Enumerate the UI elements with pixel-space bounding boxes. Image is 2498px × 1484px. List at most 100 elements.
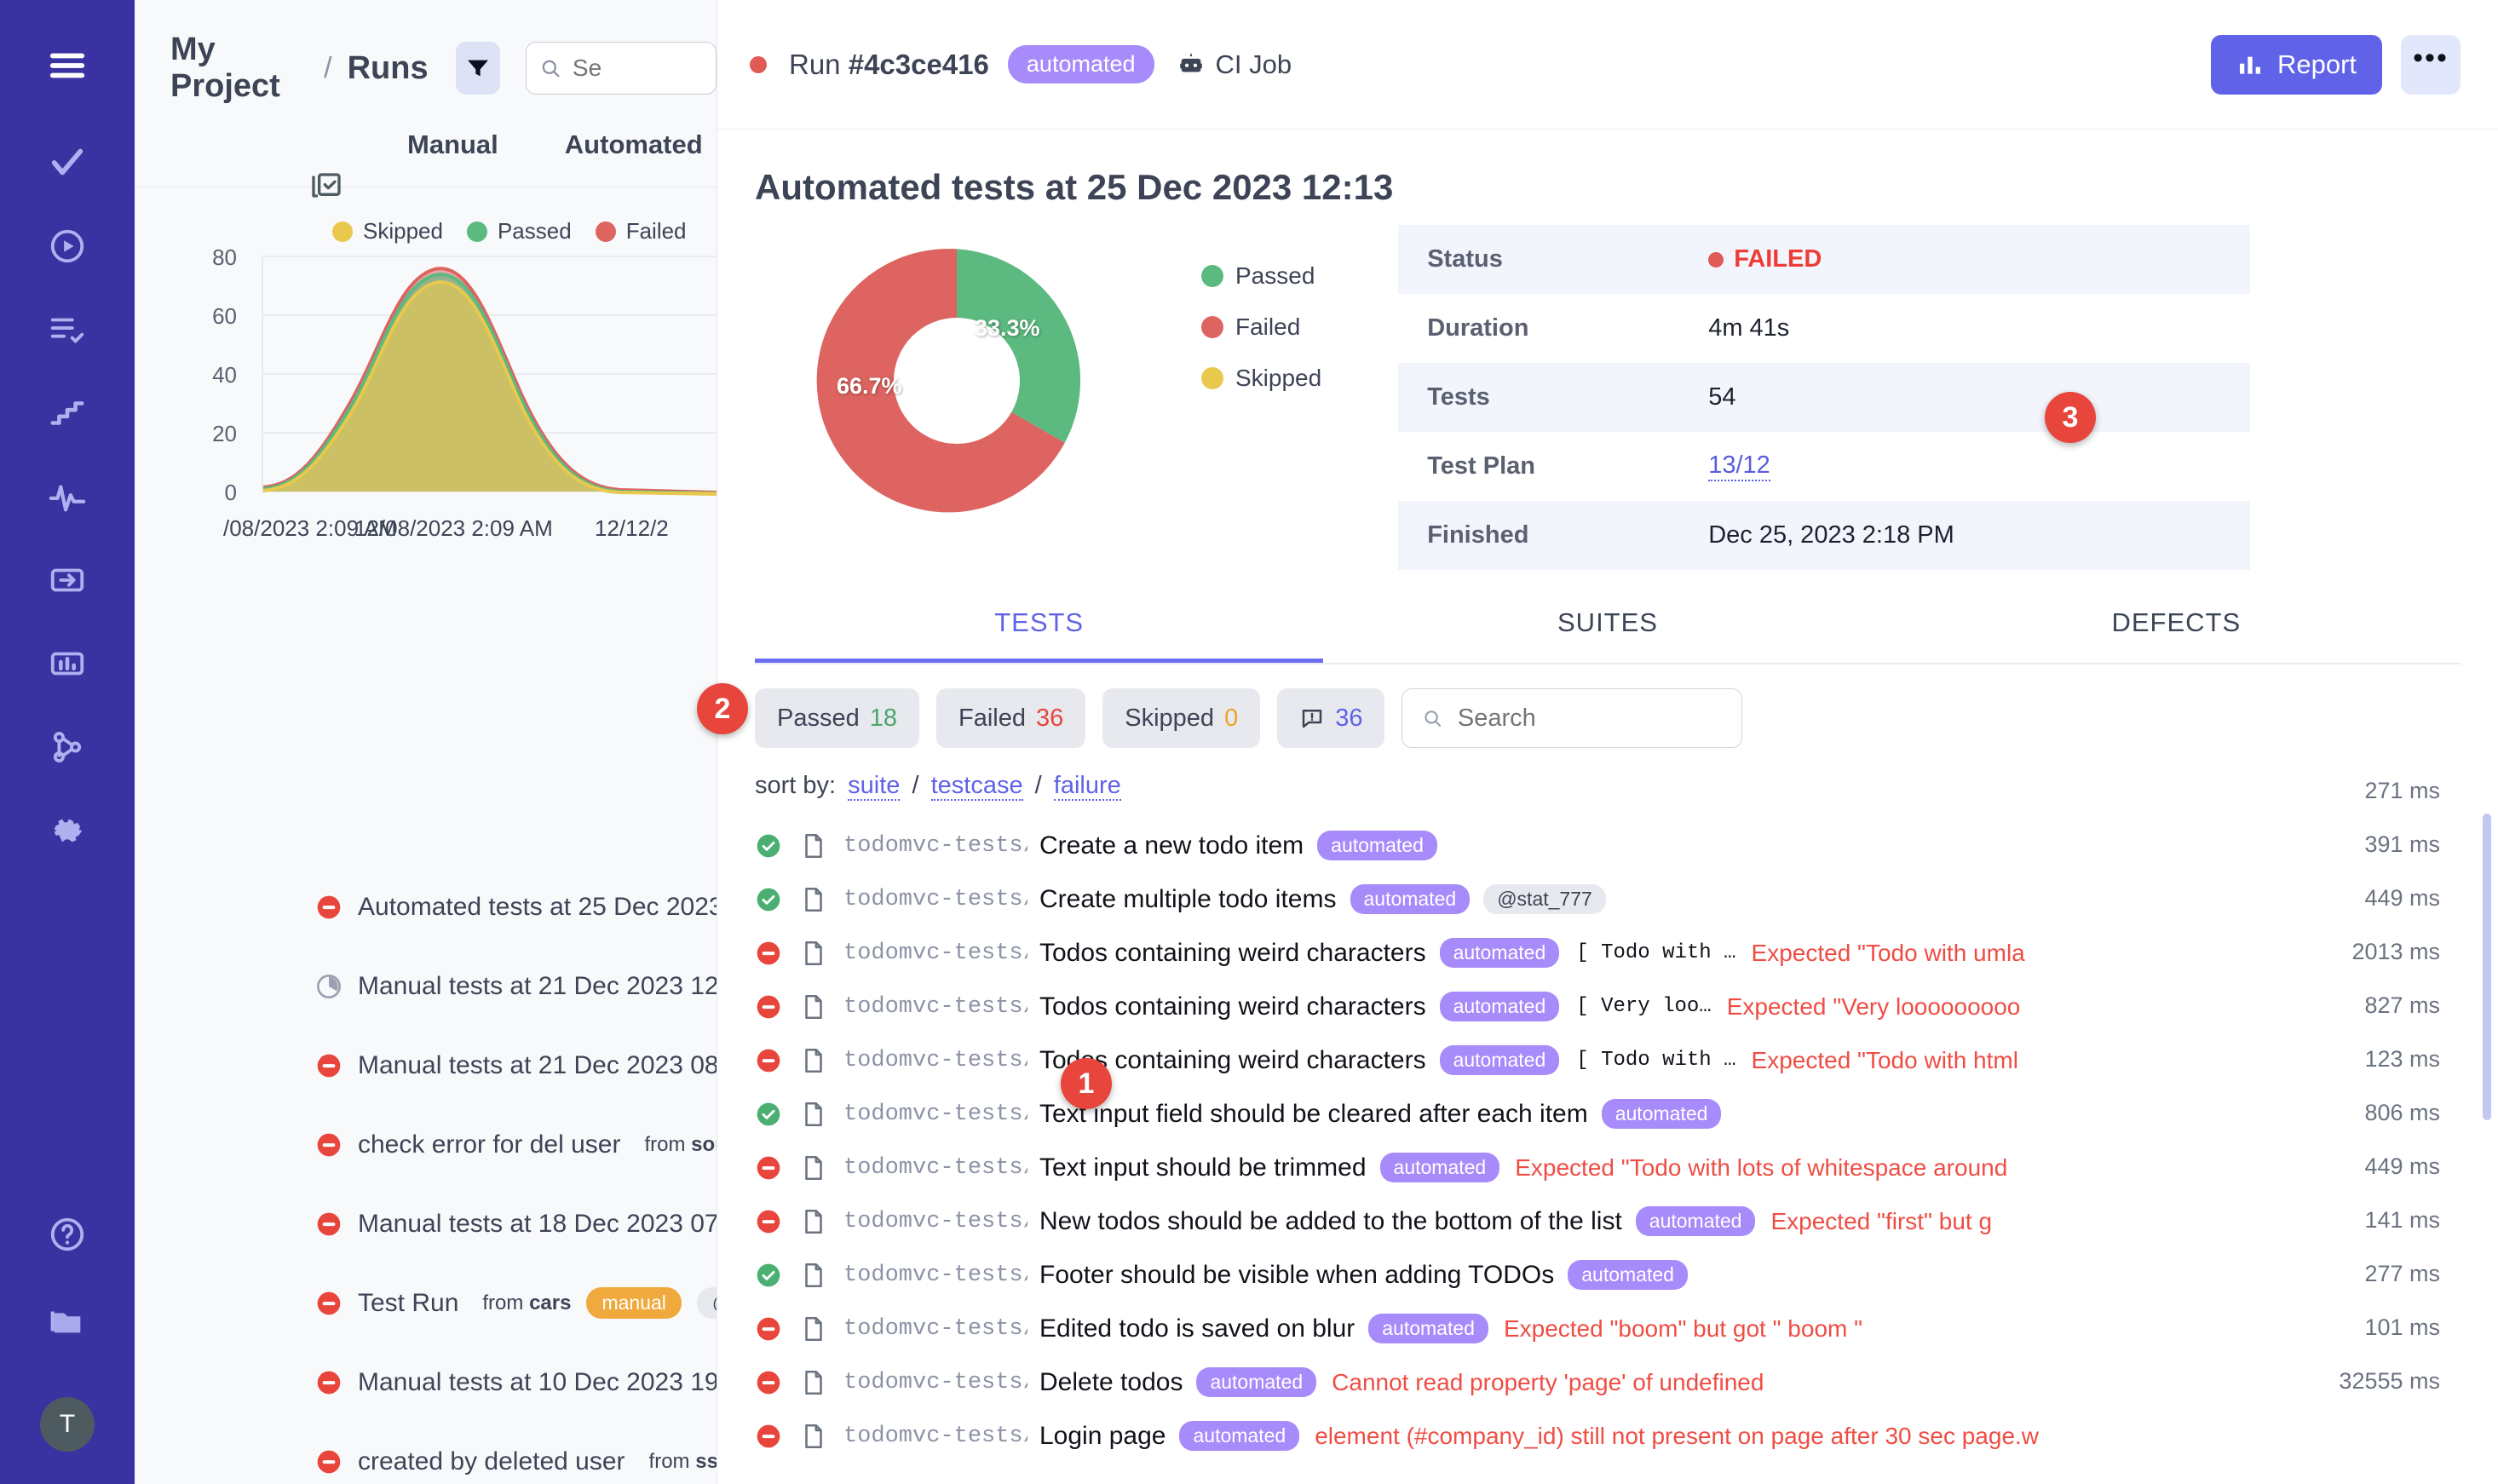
donut-chart: 33.3% 66.7% xyxy=(731,220,1183,544)
passed-icon xyxy=(757,1263,780,1286)
test-row[interactable]: todomvc-tests/t… Text input should be tri… xyxy=(717,1141,2498,1194)
import-icon[interactable] xyxy=(41,554,94,607)
bar-chart-icon[interactable] xyxy=(41,637,94,690)
report-button[interactable]: Report xyxy=(2210,34,2382,95)
test-row[interactable]: todomvc-tests/t… Edited todo is saved on … xyxy=(717,1302,2498,1355)
test-duration: 391 ms xyxy=(2364,831,2440,857)
run-list-item[interactable]: Manual tests at 21 Dec 2023 12:03from xyxy=(135,946,717,1026)
gear-icon[interactable] xyxy=(41,804,94,857)
test-duration: 277 ms xyxy=(2364,1261,2440,1286)
ci-job[interactable]: CI Job xyxy=(1177,49,1292,80)
avatar[interactable]: T xyxy=(40,1397,95,1452)
chip-failed[interactable]: Failed 36 xyxy=(936,688,1086,748)
stat-value: 13/12 xyxy=(1708,452,1770,481)
more-icon: ••• xyxy=(2413,42,2449,75)
run-item-source: from cars xyxy=(482,1291,572,1314)
file-icon xyxy=(805,887,822,912)
test-badge: automated xyxy=(1635,1206,1756,1236)
sort-by-failure[interactable]: failure xyxy=(1053,772,1121,801)
chip-comments[interactable]: 36 xyxy=(1277,688,1385,748)
run-item-name: Test Run xyxy=(358,1288,459,1317)
sort-by-suite[interactable]: suite xyxy=(848,772,901,801)
test-plan-link[interactable]: 13/12 xyxy=(1708,452,1770,481)
legend-item-passed[interactable]: Passed xyxy=(466,218,572,244)
tab-defects[interactable]: DEFECTS xyxy=(1892,607,2461,663)
sort-sep-1: / xyxy=(912,772,919,799)
more-options-button[interactable]: ••• xyxy=(2401,34,2461,95)
test-row[interactable]: todomvc-tests/t… Login page automated eleme… xyxy=(717,1409,2498,1463)
run-list-item[interactable]: created by deleted userfrom sssmanu xyxy=(135,1422,717,1484)
test-param: [ Todo with … xyxy=(1576,941,1736,964)
breadcrumb-project[interactable]: My Project xyxy=(170,32,308,105)
activity-icon[interactable] xyxy=(41,470,94,523)
chip-passed[interactable]: Passed 18 xyxy=(755,688,919,748)
runs-search-input[interactable] xyxy=(572,55,704,82)
test-param: [ Very loo… xyxy=(1576,995,1712,1018)
folder-icon[interactable] xyxy=(41,1295,94,1348)
test-error: Expected "boom" but got " boom " xyxy=(1503,1314,1863,1342)
failed-icon xyxy=(317,1133,341,1156)
test-row[interactable]: todomvc-tests/t… Delete todos automated Can… xyxy=(717,1355,2498,1409)
test-duration: 32555 ms xyxy=(2339,1368,2440,1394)
left-icon-rail: T xyxy=(0,0,135,1484)
page-title: Automated tests at 25 Dec 2023 12:13 xyxy=(755,167,1394,207)
run-stats-table: Status FAILED Duration 4m 41s Tests 54 Test Pl… xyxy=(1398,225,2251,570)
failed-icon xyxy=(317,1054,341,1077)
menu-icon[interactable] xyxy=(41,39,94,92)
main-tabs: TESTS SUITES DEFECTS xyxy=(717,607,2498,663)
branch-icon[interactable] xyxy=(41,721,94,774)
play-circle-icon[interactable] xyxy=(41,220,94,273)
tab-tests[interactable]: TESTS xyxy=(755,607,1324,663)
donut-legend-label-skipped: Skipped xyxy=(1235,365,1322,391)
test-name: Create multiple todo items xyxy=(1039,884,1337,913)
file-icon xyxy=(805,1048,822,1073)
donut-legend-passed[interactable]: Passed xyxy=(1201,262,1321,290)
list-check-icon[interactable] xyxy=(41,303,94,356)
test-row[interactable]: todomvc-tests/t… New todos should be adde… xyxy=(717,1194,2498,1248)
test-row[interactable]: todomvc-tests/t…Todos containing weird c… xyxy=(717,1033,2498,1087)
run-list-item[interactable]: Test Run from cars manual @MacOS xyxy=(135,1263,717,1343)
test-row[interactable]: todomvc-tests/t… Text input field should … xyxy=(717,1087,2498,1141)
run-list-item[interactable]: Automated tests at 25 Dec 2023 12:13 xyxy=(135,867,717,946)
run-list-item[interactable]: check error for del user from some cars xyxy=(135,1105,717,1184)
legend-item-skipped[interactable]: Skipped xyxy=(332,218,443,244)
test-row[interactable]: todomvc-tests/t…Todos containing weird c… xyxy=(717,926,2498,980)
runs-area-chart: 80 60 40 20 0 /08/2023 2:09 AM 12/08/202… xyxy=(135,244,717,730)
test-duration: 806 ms xyxy=(2364,1100,2440,1125)
tab-suites[interactable]: SUITES xyxy=(1323,607,1891,663)
steps-icon[interactable] xyxy=(41,387,94,440)
sort-by-label: sort by: xyxy=(755,772,837,799)
test-row[interactable]: todomvc-tests/c… Create a new todo item au… xyxy=(717,819,2498,872)
donut-legend-failed[interactable]: Failed xyxy=(1201,313,1321,341)
test-error: Cannot read property 'page' of undefined xyxy=(1332,1368,1764,1395)
test-row[interactable]: todomvc-tests/t… Create multiple todo ite… xyxy=(717,872,2498,926)
passed-icon xyxy=(757,1102,780,1125)
run-list-item[interactable]: Manual tests at 18 Dec 2023 07:52from xyxy=(135,1184,717,1263)
tab-manual[interactable]: Manual xyxy=(407,129,498,160)
help-icon[interactable] xyxy=(41,1208,94,1261)
run-list-item[interactable]: Manual tests at 21 Dec 2023 08:25from xyxy=(135,1026,717,1105)
area-chart-legend: Skipped Passed Failed xyxy=(135,187,717,244)
tests-search-box[interactable] xyxy=(1402,688,1743,748)
run-list-item[interactable]: Manual tests at 10 Dec 2023 19:21from xyxy=(135,1343,717,1422)
tab-automated[interactable]: Automated xyxy=(565,129,703,160)
runs-search-box[interactable] xyxy=(525,42,717,95)
chip-skipped-label: Skipped xyxy=(1125,704,1215,732)
donut-legend: Passed Failed Skipped xyxy=(1183,220,1321,570)
donut-legend-label-failed: Failed xyxy=(1235,313,1301,340)
chip-skipped[interactable]: Skipped 0 xyxy=(1102,688,1261,748)
run-item-name: Manual tests at 21 Dec 2023 12:03 xyxy=(358,971,717,1000)
test-duration: 271 ms xyxy=(2364,778,2440,803)
sort-by-testcase[interactable]: testcase xyxy=(930,772,1023,801)
legend-item-failed[interactable]: Failed xyxy=(595,218,687,244)
run-item-name: check error for del user xyxy=(358,1130,621,1159)
passed-icon xyxy=(757,888,780,911)
test-row[interactable]: todomvc-tests/t… Footer should be visible… xyxy=(717,1248,2498,1302)
donut-legend-skipped[interactable]: Skipped xyxy=(1201,365,1321,392)
test-row[interactable]: todomvc-tests/t…Todos containing weird c… xyxy=(717,980,2498,1033)
filter-button[interactable] xyxy=(455,42,500,95)
tests-scrollbar[interactable] xyxy=(2483,814,2491,1120)
tests-search-input[interactable] xyxy=(1457,704,1724,733)
check-icon[interactable] xyxy=(41,136,94,189)
test-duration: 827 ms xyxy=(2364,992,2440,1018)
